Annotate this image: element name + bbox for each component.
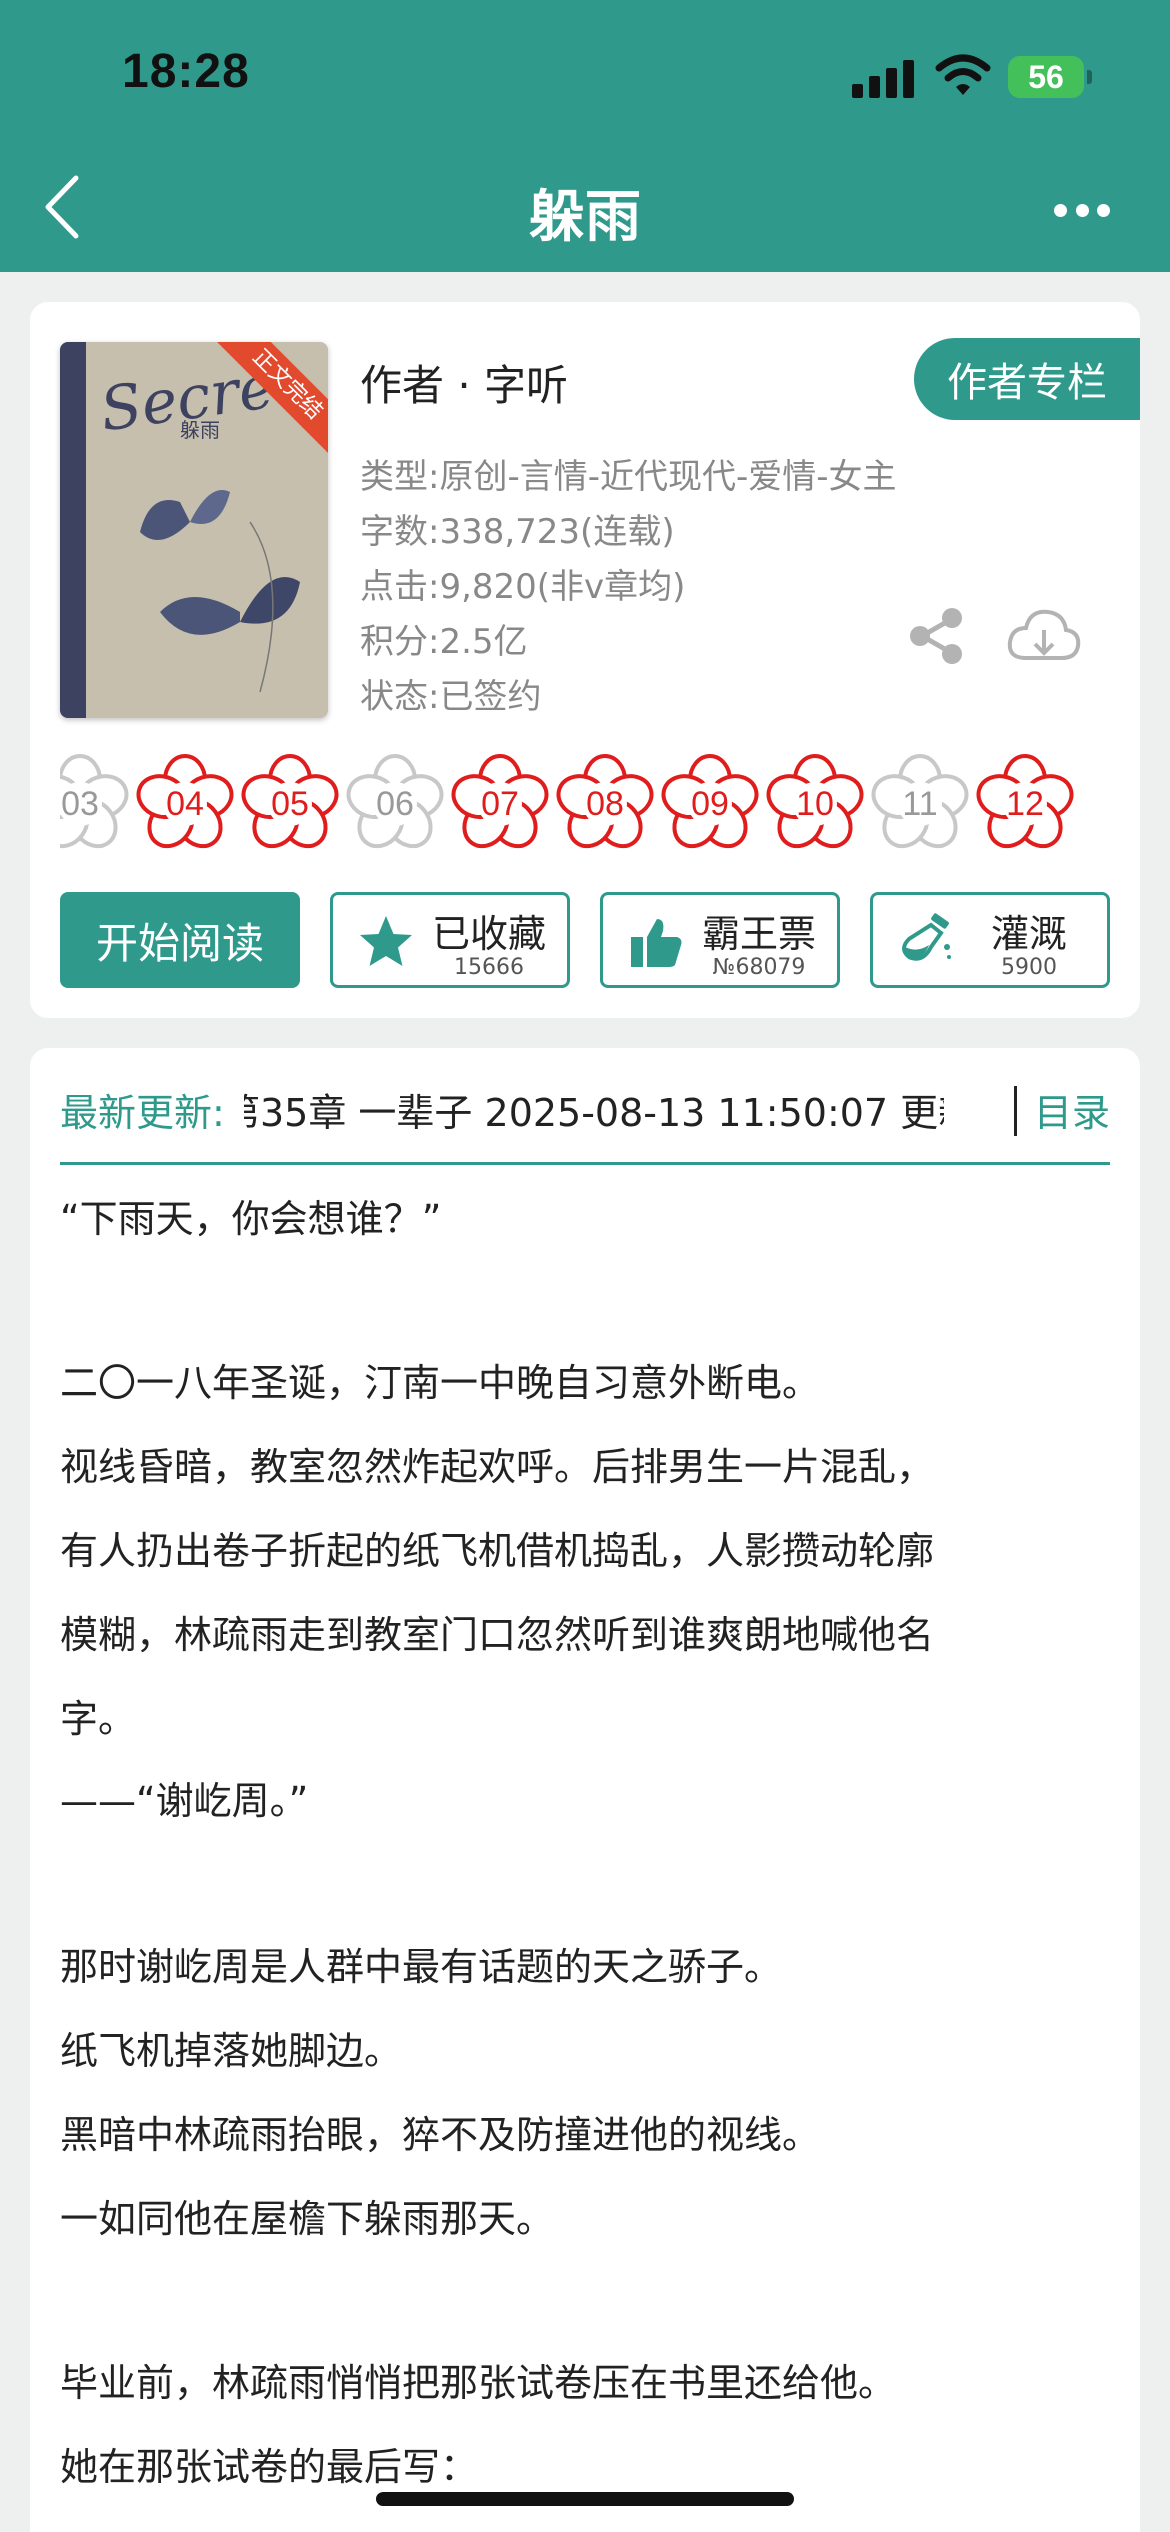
rating-flower-label: 03 bbox=[61, 784, 99, 823]
water-button[interactable]: 灌溉 5900 bbox=[870, 892, 1110, 988]
rating-flower-row: 03 04 05 06 07 08 09 10 11 12 bbox=[60, 752, 1110, 852]
author-column-button[interactable]: 作者专栏 bbox=[914, 338, 1140, 420]
vote-button[interactable]: 霸王票 №68079 bbox=[600, 892, 840, 988]
download-icon[interactable] bbox=[1006, 606, 1082, 666]
dot-icon bbox=[1097, 203, 1110, 217]
start-reading-button[interactable]: 开始阅读 bbox=[60, 892, 300, 988]
cellular-signal-icon bbox=[852, 58, 916, 98]
water-count: 5900 bbox=[1001, 955, 1057, 980]
latest-update-marquee[interactable]: 第35章 一辈子 2025-08-13 11:50:07 更新 bbox=[244, 1082, 944, 1142]
favorite-button[interactable]: 已收藏 15666 bbox=[330, 892, 570, 988]
summary-line: ——“谢屹周。” bbox=[60, 1779, 309, 1823]
rating-flower[interactable]: 10 bbox=[765, 752, 865, 852]
rating-flower[interactable]: 09 bbox=[660, 752, 760, 852]
status-time: 18:28 bbox=[122, 45, 250, 98]
divider bbox=[60, 1162, 1110, 1165]
book-cover[interactable]: Secret 躲雨 正文完结 bbox=[60, 342, 328, 718]
butterfly-illustration bbox=[140, 490, 300, 693]
rating-flower-label: 09 bbox=[691, 784, 729, 823]
battery-level: 56 bbox=[1028, 58, 1064, 95]
summary-line: 那时谢屹周是人群中最有话题的天之骄子。 bbox=[60, 1945, 783, 1989]
summary-line: 黑暗中林疏雨抬眼，猝不及防撞进他的视线。 bbox=[60, 2113, 821, 2157]
book-meta: 类型:原创-言情-近代现代-爱情-女主 字数:338,723(连载) 点击:9,… bbox=[360, 450, 897, 725]
rating-flower-label: 11 bbox=[902, 784, 938, 823]
water-label: 灌溉 bbox=[990, 912, 1067, 956]
share-icon[interactable] bbox=[906, 606, 966, 666]
meta-word-count: 字数:338,723(连载) bbox=[360, 512, 675, 552]
star-icon bbox=[360, 916, 412, 966]
rating-flower[interactable]: 07 bbox=[450, 752, 550, 852]
summary-line: 毕业前，林疏雨悄悄把那张试卷压在书里还给他。 bbox=[60, 2361, 897, 2405]
rating-flower[interactable]: 05 bbox=[240, 752, 340, 852]
author-name[interactable]: 作者 · 字听 bbox=[360, 352, 568, 413]
rating-flower[interactable]: 04 bbox=[135, 752, 235, 852]
vertical-divider bbox=[1014, 1086, 1017, 1136]
summary-line: 她在那张试卷的最后写： bbox=[60, 2445, 479, 2489]
rating-flower-label: 06 bbox=[376, 784, 414, 823]
rating-flower-label: 10 bbox=[796, 784, 834, 823]
vote-count: №68079 bbox=[712, 955, 806, 980]
favorite-count: 15666 bbox=[454, 955, 524, 980]
table-of-contents-link[interactable]: 目录 bbox=[1034, 1082, 1110, 1137]
latest-update-row: 最新更新: 第35章 一辈子 2025-08-13 11:50:07 更新 目录 bbox=[60, 1082, 1110, 1152]
summary-line: 字。 bbox=[60, 1697, 137, 1741]
cover-spine bbox=[60, 342, 86, 718]
book-info-card: Secret 躲雨 正文完结 作者 · 字听 作者专栏 类型:原创-言情-近代现… bbox=[30, 302, 1140, 1018]
dot-icon bbox=[1075, 203, 1089, 217]
summary-line: “下雨天，你会想谁？” bbox=[60, 1197, 442, 1241]
flask-icon bbox=[902, 913, 951, 961]
dot-icon bbox=[1054, 203, 1067, 217]
favorite-label: 已收藏 bbox=[431, 912, 546, 956]
latest-update-label: 最新更新: bbox=[60, 1091, 225, 1135]
summary-line: 二〇一八年圣诞，汀南一中晚自习意外断电。 bbox=[60, 1361, 821, 1405]
rating-flower-label: 04 bbox=[166, 784, 204, 823]
rating-flower[interactable]: 03 bbox=[60, 752, 130, 852]
summary-line: 一如同他在屋檐下躲雨那天。 bbox=[60, 2197, 555, 2241]
summary-line: 视线昏暗，教室忽然炸起欢呼。后排男生一片混乱， bbox=[60, 1445, 935, 1489]
meta-status: 状态:已签约 bbox=[360, 677, 542, 717]
more-options-button[interactable] bbox=[1054, 200, 1110, 220]
summary-line: 有人扔出卷子折起的纸飞机借机捣乱，人影攒动轮廓 bbox=[60, 1529, 935, 1573]
meta-clicks: 点击:9,820(非v章均) bbox=[360, 567, 686, 607]
rating-flower-label: 12 bbox=[1006, 784, 1044, 823]
cover-title: 躲雨 bbox=[180, 418, 220, 442]
content-card: 最新更新: 第35章 一辈子 2025-08-13 11:50:07 更新 目录… bbox=[30, 1048, 1140, 2532]
home-indicator bbox=[376, 2492, 794, 2506]
thumbs-up-icon bbox=[631, 919, 682, 967]
rating-flower[interactable]: 12 bbox=[975, 752, 1075, 852]
battery-icon: 56 bbox=[1008, 56, 1092, 98]
meta-points: 积分:2.5亿 bbox=[360, 622, 528, 662]
rating-flower-label: 08 bbox=[586, 784, 624, 823]
action-buttons: 开始阅读 已收藏 15666 霸王票 №68079 灌溉 5900 bbox=[60, 892, 1110, 988]
page-title: 躲雨 bbox=[529, 185, 641, 250]
summary-line: 模糊，林疏雨走到教室门口忽然听到谁爽朗地喊他名 bbox=[60, 1613, 935, 1657]
rating-flower[interactable]: 08 bbox=[555, 752, 655, 852]
top-bar: 18:28 56 躲雨 bbox=[0, 0, 1170, 272]
wifi-icon bbox=[935, 54, 991, 95]
summary-line: 纸飞机掉落她脚边。 bbox=[60, 2029, 403, 2073]
vote-label: 霸王票 bbox=[701, 912, 816, 956]
meta-genre: 类型:原创-言情-近代现代-爱情-女主 bbox=[360, 457, 897, 497]
latest-update-text: 第35章 一辈子 2025-08-13 11:50:07 更新 bbox=[244, 1091, 944, 1135]
rating-flower[interactable]: 11 bbox=[870, 752, 970, 852]
rating-flower-label: 05 bbox=[271, 784, 309, 823]
rating-flower-label: 07 bbox=[481, 784, 519, 823]
rating-flower[interactable]: 06 bbox=[345, 752, 445, 852]
